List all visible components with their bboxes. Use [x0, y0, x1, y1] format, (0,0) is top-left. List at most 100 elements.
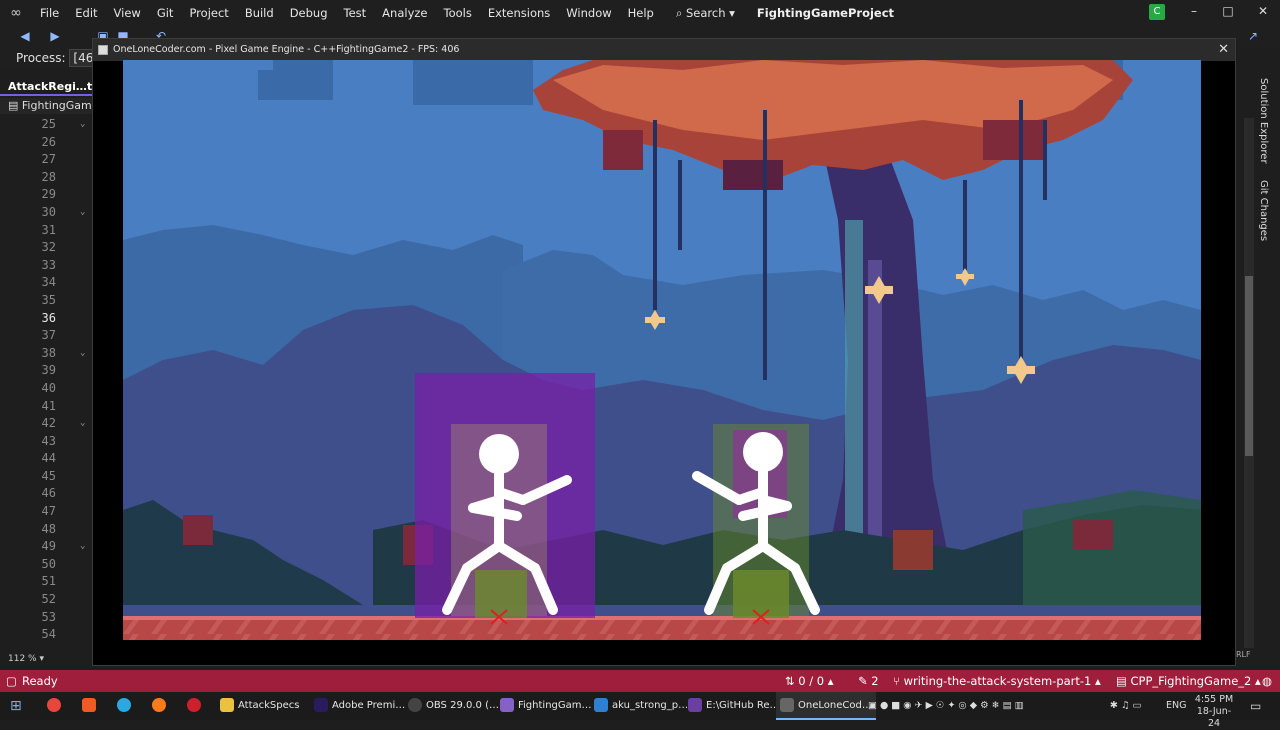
start-icon[interactable]: ⊞	[10, 692, 22, 720]
forward-icon[interactable]: ▶	[48, 29, 62, 43]
taskbar-app-premiere[interactable]: Adobe Premi…	[314, 692, 405, 720]
solution-explorer-tab[interactable]: Solution Explorer	[1258, 78, 1269, 164]
menu-file[interactable]: File	[32, 6, 67, 20]
fold-chevron-icon[interactable]: ⌄	[80, 204, 85, 222]
taskbar-app-visual-studio[interactable]: FightingGam…	[500, 692, 592, 720]
changes-indicator[interactable]: ✎ 2	[858, 670, 879, 692]
windows-taskbar: ⊞ AttackSpecs Adobe Premi… OBS 29.0.0 (……	[0, 692, 1280, 729]
close-icon[interactable]: ✕	[1253, 4, 1273, 18]
taskbar-app-attackspecs[interactable]: AttackSpecs	[220, 692, 299, 720]
game-window-titlebar[interactable]: OneLoneCoder.com - Pixel Game Engine - C…	[93, 39, 1235, 61]
obs-icon	[408, 698, 422, 712]
git-branch[interactable]: ⑂ writing-the-attack-system-part-1 ▴	[893, 670, 1101, 692]
taskbar-app-label: OneLoneCod…	[798, 700, 872, 711]
opera-icon[interactable]	[187, 692, 205, 720]
tray-extra-icons[interactable]: ✱ ♫ ▭	[1110, 692, 1142, 720]
game-close-icon[interactable]: ✕	[1218, 39, 1229, 61]
chrome-icon[interactable]	[47, 692, 65, 720]
taskbar-app-terminal[interactable]: E:\GitHub Re…	[688, 692, 780, 720]
file-icon: ▤	[8, 99, 19, 112]
menu-tools[interactable]: Tools	[436, 6, 480, 20]
line-number: 54	[41, 627, 56, 642]
game-window-title: OneLoneCoder.com - Pixel Game Engine - C…	[113, 44, 460, 55]
player1-pushbox	[475, 570, 527, 618]
branch-icon: ⑂	[893, 674, 900, 688]
menu-help[interactable]: Help	[620, 6, 662, 20]
visual-studio-icon[interactable]: ∞	[0, 5, 32, 21]
menu-analyze[interactable]: Analyze	[374, 6, 435, 20]
process-value[interactable]: [468	[69, 49, 92, 67]
system-tray-icons[interactable]: ▣ ● ■ ◉ ✈ ▶ ☉ ✦ ◎ ◆ ⚙ ❄ ▤ ▥	[868, 692, 1024, 720]
right-side-panel: Solution Explorer Git Changes RLF	[1236, 48, 1280, 668]
nav-label: FightingGameF	[21, 99, 92, 112]
menu-window[interactable]: Window	[558, 6, 619, 20]
notification-center-icon[interactable]: ▭	[1250, 692, 1261, 720]
player2-pushbox	[733, 570, 789, 618]
line-number: 36	[41, 310, 56, 325]
project-title: FightingGameProject	[756, 6, 895, 20]
menu-edit[interactable]: Edit	[67, 6, 105, 20]
taskbar-app-label: AttackSpecs	[238, 700, 300, 711]
fold-chevron-icon[interactable]: ⌄	[80, 345, 85, 363]
firefox-icon[interactable]	[152, 692, 170, 720]
editor-nav-dropdown[interactable]: ▤ FightingGameF	[0, 98, 92, 114]
fold-chevron-icon[interactable]: ⌄	[80, 415, 85, 433]
back-icon[interactable]: ◀	[18, 29, 32, 43]
errors-indicator[interactable]: ⇅ 0 / 0 ▴	[785, 670, 834, 692]
taskbar-app-label: aku_strong_p…	[612, 700, 689, 711]
sync-icon: ⇅	[785, 674, 795, 688]
clock-time: 4:55 PM	[1194, 694, 1234, 705]
floor-edge	[123, 616, 1201, 620]
taskbar-app-label: OBS 29.0.0 (…	[426, 700, 499, 711]
line-number: 46	[41, 486, 56, 501]
minimize-icon[interactable]: –	[1184, 4, 1204, 18]
line-number: 50	[41, 556, 56, 571]
edge-icon[interactable]	[117, 692, 135, 720]
line-ending[interactable]: RLF	[1236, 650, 1251, 659]
line-number: 30 ⌄	[0, 204, 92, 222]
menu-project[interactable]: Project	[181, 6, 236, 20]
visual-studio-icon	[500, 698, 514, 712]
line-number: 31	[41, 222, 56, 237]
taskbar-app-label: FightingGam…	[518, 700, 592, 711]
game-viewport[interactable]	[123, 60, 1201, 640]
notifications-icon[interactable]: ◍	[1262, 670, 1272, 692]
share-icon[interactable]: ↗	[1246, 29, 1260, 43]
git-repo[interactable]: ▤ CPP_FightingGame_2 ▴	[1116, 670, 1261, 692]
menu-debug[interactable]: Debug	[282, 6, 336, 20]
line-number: 44	[41, 451, 56, 466]
taskbar-app-vscode[interactable]: aku_strong_p…	[594, 692, 688, 720]
fold-chevron-icon[interactable]: ⌄	[80, 538, 85, 556]
menu-extensions[interactable]: Extensions	[480, 6, 558, 20]
editor-tab[interactable]: AttackRegi…trol	[0, 78, 92, 96]
line-number: 28	[41, 169, 56, 184]
errors-count: 0 / 0	[798, 674, 825, 688]
menu-view[interactable]: View	[106, 6, 149, 20]
line-number: 26	[41, 134, 56, 149]
search-box[interactable]: ⌕ Search ▾	[668, 6, 743, 21]
taskbar-app-game[interactable]: OneLoneCod…	[776, 692, 876, 720]
clock[interactable]: 4:55 PM 18-Jun-24	[1194, 694, 1234, 729]
account-avatar[interactable]: C	[1149, 4, 1165, 20]
menu-bar: ∞ File Edit View Git Project Build Debug…	[0, 0, 1280, 26]
process-selector[interactable]: Process: [468	[0, 48, 92, 68]
language-indicator[interactable]: ENG	[1166, 692, 1186, 720]
line-number: 51	[41, 574, 56, 589]
scrollbar-thumb[interactable]	[1245, 276, 1253, 456]
search-label: Search	[685, 5, 726, 20]
maximize-icon[interactable]: □	[1218, 4, 1238, 18]
line-number: 29	[41, 187, 56, 202]
brave-icon[interactable]	[82, 692, 100, 720]
line-number: 47	[41, 504, 56, 519]
fold-chevron-icon[interactable]: ⌄	[80, 116, 85, 134]
menu-git[interactable]: Git	[149, 6, 182, 20]
git-changes-tab[interactable]: Git Changes	[1258, 180, 1269, 241]
line-number: 52	[41, 592, 56, 607]
menu-test[interactable]: Test	[336, 6, 375, 20]
line-number: 49 ⌄	[0, 538, 92, 556]
taskbar-app-obs[interactable]: OBS 29.0.0 (…	[408, 692, 499, 720]
repo-name: CPP_FightingGame_2	[1130, 674, 1252, 688]
menu-build[interactable]: Build	[237, 6, 282, 20]
line-number: 39	[41, 363, 56, 378]
zoom-level[interactable]: 112 % ▾	[0, 650, 92, 668]
